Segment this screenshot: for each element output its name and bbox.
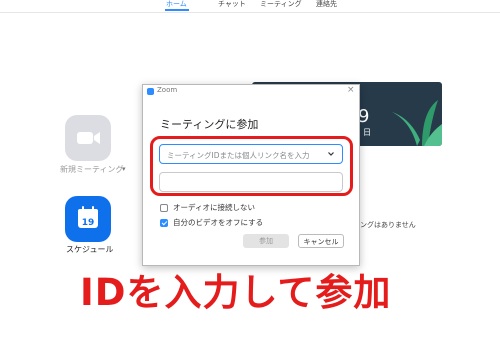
chevron-down-icon[interactable]: ▾ bbox=[122, 165, 126, 173]
dialog-titlebar: Zoom × bbox=[143, 85, 359, 97]
join-button[interactable]: 参加 bbox=[243, 234, 289, 248]
calendar-icon: 19 bbox=[78, 206, 98, 228]
no-audio-option[interactable]: オーディオに接続しない bbox=[160, 202, 255, 213]
new-meeting-button[interactable] bbox=[65, 115, 111, 161]
no-audio-checkbox[interactable] bbox=[160, 204, 168, 212]
no-meetings-text: ィングはありません bbox=[353, 221, 416, 229]
tab-meetings[interactable]: ミーティング bbox=[260, 0, 302, 8]
date-text: 日 bbox=[363, 128, 371, 137]
video-off-checkbox[interactable] bbox=[160, 219, 168, 227]
cancel-button[interactable]: キャンセル bbox=[298, 234, 344, 248]
video-off-label: 自分のビデオをオフにする bbox=[173, 218, 264, 227]
active-tab-indicator bbox=[165, 9, 189, 11]
schedule-label: スケジュール bbox=[66, 245, 114, 254]
instruction-caption: IDを入力して参加 bbox=[80, 271, 392, 314]
no-audio-label: オーディオに接続しない bbox=[173, 203, 255, 212]
schedule-button[interactable]: 19 bbox=[65, 196, 111, 242]
dialog-app-title: Zoom bbox=[157, 86, 178, 94]
top-nav-bar: ホーム チャット ミーティング 連絡先 bbox=[0, 0, 500, 13]
video-camera-icon bbox=[77, 132, 100, 144]
calendar-day-text: 19 bbox=[82, 218, 95, 228]
tab-contacts[interactable]: 連絡先 bbox=[316, 0, 337, 8]
zoom-logo-icon bbox=[147, 88, 154, 95]
dialog-heading: ミーティングに参加 bbox=[160, 118, 259, 131]
close-icon[interactable]: × bbox=[347, 85, 355, 95]
tab-chat[interactable]: チャット bbox=[218, 0, 246, 8]
video-off-option[interactable]: 自分のビデオをオフにする bbox=[160, 217, 263, 228]
input-highlight-annotation bbox=[150, 136, 353, 196]
new-meeting-label: 新規ミーティング bbox=[60, 165, 124, 174]
tab-home[interactable]: ホーム bbox=[166, 0, 187, 8]
